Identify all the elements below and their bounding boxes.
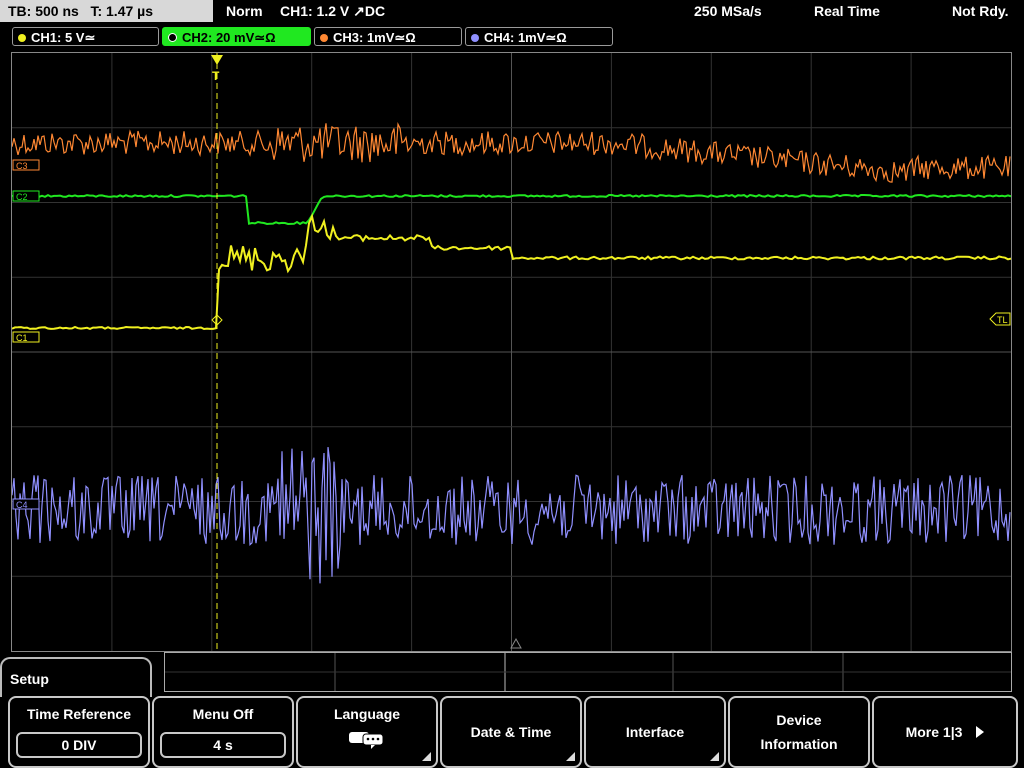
waveform-canvas: T C3 C2 C1 C4 TL (12, 53, 1011, 651)
interface-softkey[interactable]: Interface (584, 696, 726, 768)
acquisition-status-bar: Norm CH1: 1.2 V ↗DC 250 MSa/s Real Time … (216, 0, 1024, 22)
ch1-color-icon (18, 34, 26, 42)
ch1-ground-marker[interactable]: C1 (12, 331, 40, 343)
ch1-marker-label: C1 (16, 333, 28, 343)
sample-rate[interactable]: 250 MSa/s (694, 0, 762, 22)
arrow-right-icon (976, 726, 985, 738)
trigger-level-marker[interactable]: TL (989, 312, 1011, 326)
submenu-indicator-icon (422, 752, 431, 761)
device-information-label-line1: Device (776, 712, 822, 728)
time-reference-softkey[interactable]: Time Reference 0 DIV (8, 696, 150, 768)
menu-off-label: Menu Off (192, 706, 254, 722)
acquisition-mode[interactable]: Real Time (814, 0, 880, 22)
more-softkey[interactable]: More 1|3 (872, 696, 1018, 768)
ch3-marker-label: C3 (16, 161, 28, 171)
trigger-level-label: TL (997, 315, 1008, 325)
ch3-label: CH3: 1mV≃Ω (333, 30, 416, 45)
menu-off-softkey[interactable]: Menu Off 4 s (152, 696, 294, 768)
zoom-strip (164, 652, 1012, 692)
ch4-marker-label: C4 (16, 500, 28, 510)
channel-tab-ch1[interactable]: CH1: 5 V≃ (12, 27, 159, 46)
device-information-label-line2: Information (760, 736, 838, 752)
submenu-indicator-icon (566, 752, 575, 761)
zoom-strip-grid (165, 653, 1011, 691)
ch1-label: CH1: 5 V≃ (31, 30, 96, 45)
channel-tab-ch4[interactable]: CH4: 1mV≃Ω (465, 27, 613, 46)
ch2-marker-label: C2 (16, 192, 28, 202)
language-softkey[interactable]: Language (296, 696, 438, 768)
ch2-ground-marker[interactable]: C2 (12, 190, 40, 202)
waveform-display[interactable]: T C3 C2 C1 C4 TL (11, 52, 1012, 652)
date-time-softkey[interactable]: Date & Time (440, 696, 582, 768)
menu-off-value[interactable]: 4 s (160, 732, 286, 758)
submenu-indicator-icon (710, 752, 719, 761)
time-reference-value[interactable]: 0 DIV (16, 732, 142, 758)
trigger-status: Not Rdy. (952, 3, 1009, 19)
ch3-ground-marker[interactable]: C3 (12, 159, 40, 171)
ch3-color-icon (320, 34, 328, 42)
interface-label: Interface (625, 724, 685, 740)
channel-tab-ch3[interactable]: CH3: 1mV≃Ω (314, 27, 462, 46)
language-label: Language (333, 706, 401, 722)
ch2-color-icon (168, 33, 177, 42)
ch2-label: CH2: 20 mV≃Ω (182, 30, 276, 45)
trigger-position-label: T (212, 69, 220, 83)
ch4-label: CH4: 1mV≃Ω (484, 30, 567, 45)
time-reference-label: Time Reference (26, 706, 131, 722)
ch4-color-icon (471, 34, 479, 42)
channel-tab-ch2[interactable]: CH2: 20 mV≃Ω (162, 27, 311, 46)
more-label: More 1|3 (905, 724, 963, 740)
trigger-position-marker[interactable]: T (211, 55, 223, 83)
trigger-mode[interactable]: Norm (226, 0, 263, 22)
menu-title-setup: Setup (0, 657, 152, 697)
device-information-softkey[interactable]: Device Information (728, 696, 870, 768)
ch4-ground-marker[interactable]: C4 (12, 498, 40, 510)
date-time-label: Date & Time (470, 724, 552, 740)
speech-bubbles-icon (349, 732, 384, 749)
trigger-info[interactable]: CH1: 1.2 V ↗DC (280, 0, 385, 22)
timebase-readout[interactable]: TB: 500 ns T: 1.47 µs (0, 0, 213, 22)
center-marker-icon (510, 637, 522, 649)
